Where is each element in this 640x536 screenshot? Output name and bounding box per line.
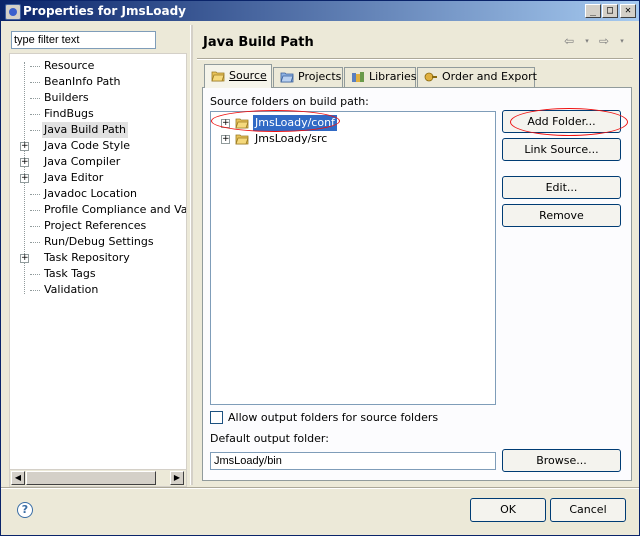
source-folders-label: Source folders on build path: xyxy=(210,95,369,108)
browse-button[interactable]: Browse... xyxy=(502,449,621,472)
tree-body: Resource BeanInfo Path Builders FindBugs… xyxy=(10,54,186,470)
expand-plus-icon[interactable]: + xyxy=(221,119,230,128)
maximize-button[interactable]: □ xyxy=(602,4,618,18)
help-icon[interactable]: ? xyxy=(17,502,33,518)
order-export-icon xyxy=(424,72,437,82)
forward-arrow-icon[interactable]: ⇨ xyxy=(597,34,611,48)
expand-plus-icon[interactable]: + xyxy=(20,254,29,263)
source-folder-list[interactable]: + JmsLoady/conf + JmsLoady/src xyxy=(210,111,496,405)
folder-name: JmsLoady/src xyxy=(255,132,328,145)
properties-dialog: Properties for JmsLoady _ □ ✕ Resource B… xyxy=(0,0,640,536)
button-bar-separator xyxy=(1,487,639,489)
scroll-left-icon[interactable]: ◀ xyxy=(11,471,25,485)
tree-item-label: FindBugs xyxy=(44,107,94,120)
splitter[interactable] xyxy=(190,25,193,485)
edit-button[interactable]: Edit... xyxy=(502,176,621,199)
remove-button[interactable]: Remove xyxy=(502,204,621,227)
source-folder-icon xyxy=(235,118,249,129)
allow-output-folders-checkbox[interactable] xyxy=(210,411,223,424)
forward-dropdown-icon[interactable]: ▾ xyxy=(618,36,626,46)
tab-label: Order and Export xyxy=(442,70,537,83)
tab-label: Projects xyxy=(298,70,342,83)
tab-label: Libraries xyxy=(369,70,417,83)
header-separator xyxy=(197,58,633,60)
tree-item-label: Javadoc Location xyxy=(44,187,138,200)
filter-input[interactable] xyxy=(11,31,156,49)
expand-plus-icon[interactable]: + xyxy=(20,142,29,151)
tree-item-label: Validation xyxy=(44,283,99,296)
tree-item-label: Profile Compliance and Validatic xyxy=(44,203,187,216)
eclipse-icon xyxy=(5,4,21,20)
tree-item-label: Resource xyxy=(44,59,95,72)
tab-projects[interactable]: Projects xyxy=(273,67,343,87)
tree-item-label: Run/Debug Settings xyxy=(44,235,154,248)
tree-item-label: Java Editor xyxy=(44,171,104,184)
libraries-icon xyxy=(352,72,364,82)
minimize-button[interactable]: _ xyxy=(585,4,601,18)
add-folder-button[interactable]: Add Folder... xyxy=(502,110,621,133)
tree-item-label: Java Build Path xyxy=(42,122,129,138)
preference-tree: Resource BeanInfo Path Builders FindBugs… xyxy=(9,53,187,487)
window-title: Properties for JmsLoady xyxy=(23,4,186,18)
default-output-field[interactable] xyxy=(210,452,496,470)
projects-icon xyxy=(280,72,294,83)
tab-order-and-export[interactable]: Order and Export xyxy=(417,67,537,87)
tab-label: Source xyxy=(229,69,267,82)
back-arrow-icon[interactable]: ⇦ xyxy=(562,34,576,48)
title-bar[interactable]: Properties for JmsLoady _ □ ✕ xyxy=(1,1,639,21)
cancel-button[interactable]: Cancel xyxy=(550,498,626,522)
source-folder-icon xyxy=(235,134,249,145)
back-dropdown-icon[interactable]: ▾ xyxy=(583,36,591,46)
close-button[interactable]: ✕ xyxy=(620,4,636,18)
tree-item-label: Builders xyxy=(44,91,89,104)
tab-source[interactable]: Source xyxy=(204,64,272,88)
tab-libraries[interactable]: Libraries xyxy=(344,67,417,87)
horizontal-scrollbar[interactable]: ◀ ▶ xyxy=(10,469,186,486)
page-title: Java Build Path xyxy=(203,35,314,50)
folder-name: JmsLoady/conf xyxy=(253,115,337,131)
allow-output-folders-label: Allow output folders for source folders xyxy=(228,411,439,424)
tree-item-label: Java Code Style xyxy=(44,139,131,152)
expand-plus-icon[interactable]: + xyxy=(221,135,230,144)
source-folder-icon xyxy=(211,71,225,82)
tree-item-label: Project References xyxy=(44,219,147,232)
default-output-label: Default output folder: xyxy=(210,432,329,445)
scroll-right-icon[interactable]: ▶ xyxy=(170,471,184,485)
scrollbar-thumb[interactable] xyxy=(26,471,156,485)
ok-button[interactable]: OK xyxy=(470,498,546,522)
tree-item-label: Task Tags xyxy=(44,267,96,280)
link-source-button[interactable]: Link Source... xyxy=(502,138,621,161)
tree-item-label: Task Repository xyxy=(44,251,130,264)
tree-item-label: Java Compiler xyxy=(44,155,121,168)
expand-plus-icon[interactable]: + xyxy=(20,174,29,183)
tree-item-label: BeanInfo Path xyxy=(44,75,121,88)
expand-plus-icon[interactable]: + xyxy=(20,158,29,167)
